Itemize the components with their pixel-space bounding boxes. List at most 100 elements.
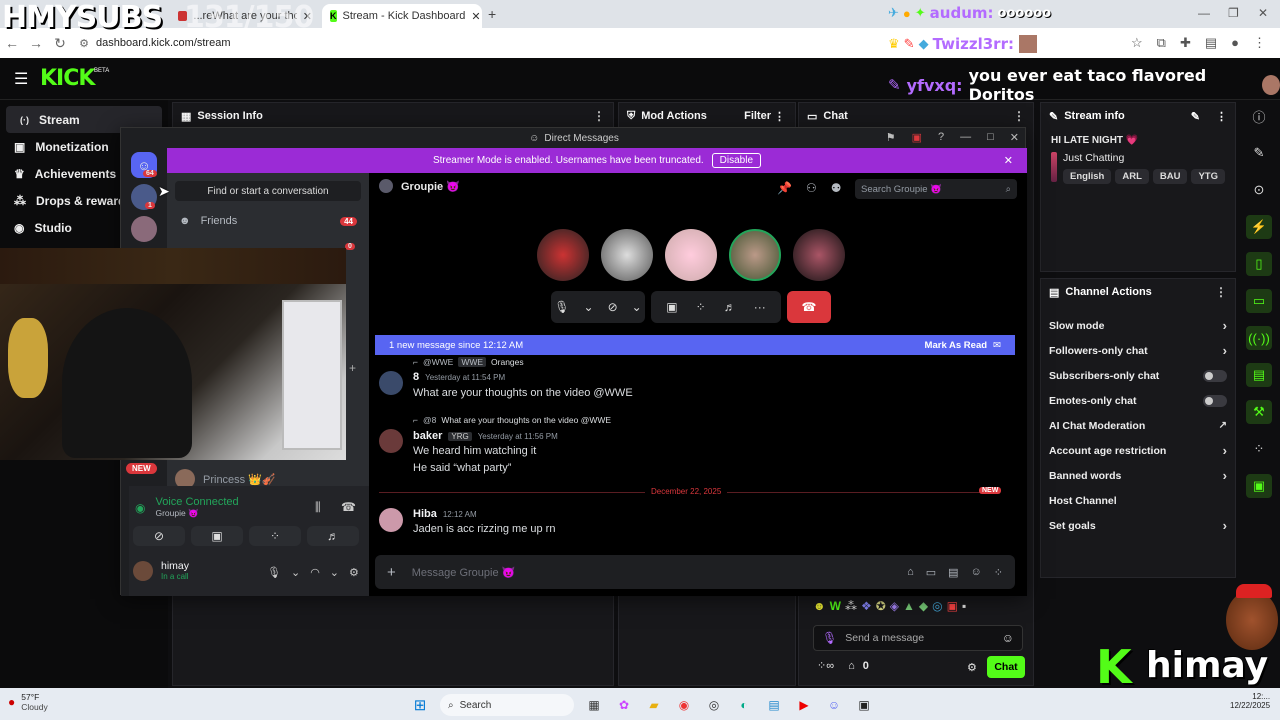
tag-chip[interactable]: ARL	[1115, 169, 1149, 184]
chevron-down-icon[interactable]: ⌄	[291, 566, 300, 579]
layout-icon[interactable]: ▤	[1246, 363, 1272, 387]
chevron-down-icon[interactable]: ⌄	[584, 300, 594, 314]
chevron-down-icon[interactable]: ⌄	[632, 300, 642, 314]
subscribers-only-toggle[interactable]	[1203, 369, 1227, 382]
server-icon[interactable]	[131, 216, 157, 242]
message-avatar[interactable]	[379, 508, 403, 532]
emotes-only-toggle[interactable]	[1203, 394, 1227, 407]
apps-icon[interactable]: ⁘	[994, 566, 1003, 579]
add-friends-icon[interactable]: ⚇	[806, 181, 817, 195]
extensions-puzzle-icon[interactable]: ✚	[1180, 35, 1191, 51]
screen-share-icon[interactable]: ▣	[912, 131, 922, 144]
message-author[interactable]: 8	[413, 371, 419, 383]
more-options-icon[interactable]: ⋮	[774, 110, 785, 123]
more-options-icon[interactable]: ⋮	[593, 109, 605, 123]
avatar-icon[interactable]: ▣	[1246, 474, 1272, 498]
microphone-icon[interactable]: 🎙	[267, 566, 281, 579]
url-field[interactable]: dashboard.kick.com/stream	[96, 37, 231, 49]
browser-tab-active[interactable]: K Stream - Kick Dashboard ✕	[322, 4, 482, 28]
close-banner-icon[interactable]: ✕	[1004, 154, 1013, 167]
chat-input[interactable]: 🎙 Send a message ☺	[813, 625, 1023, 651]
screen-share-button[interactable]: ▣	[191, 526, 243, 546]
participant-avatar[interactable]	[665, 229, 717, 281]
message-icon[interactable]: ▭	[1246, 289, 1272, 313]
emote-icon[interactable]: ⁂	[845, 599, 857, 613]
channel-name[interactable]: Groupie 😈	[401, 180, 460, 193]
task-view-icon[interactable]: ▦	[584, 695, 604, 715]
tag-chip[interactable]: YTG	[1191, 169, 1225, 184]
emote-icon[interactable]: ▪	[962, 599, 966, 613]
emote-icon[interactable]: ✪	[876, 599, 886, 613]
edit-icon[interactable]: ✎	[1191, 110, 1200, 123]
close-icon[interactable]: ✕	[1010, 131, 1019, 144]
hamburger-menu-icon[interactable]: ☰	[14, 69, 28, 89]
members-icon[interactable]: ⚉	[831, 181, 842, 195]
wrench-icon[interactable]: ⚒	[1246, 400, 1272, 424]
obs-icon[interactable]: ◎	[704, 695, 724, 715]
reload-icon[interactable]: ↻	[48, 35, 72, 52]
participant-avatar[interactable]	[601, 229, 653, 281]
new-tab-button[interactable]: +	[488, 6, 496, 22]
document-icon[interactable]: ▯	[1246, 252, 1272, 276]
epic-games-icon[interactable]: ▣	[854, 695, 874, 715]
microphone-icon[interactable]: 🎙	[554, 300, 569, 314]
emote-icon[interactable]: ◆	[919, 599, 928, 613]
lightning-icon[interactable]: ⚡	[1246, 215, 1272, 239]
tab-close-icon[interactable]: ✕	[471, 10, 480, 23]
filter-button[interactable]: Filter	[744, 110, 771, 122]
voice-connected-label[interactable]: Voice Connected	[155, 496, 238, 508]
emote-icon[interactable]: ◈	[890, 599, 899, 613]
chevron-down-icon[interactable]: ⌄	[330, 566, 339, 579]
search-input[interactable]: Search Groupie 😈 ⌕	[855, 179, 1017, 199]
channel-action-host-channel[interactable]: Host Channel	[1041, 488, 1235, 513]
inbox-flag-icon[interactable]: ⚑	[886, 131, 896, 144]
more-options-icon[interactable]: ⋮	[1216, 110, 1227, 123]
store-icon[interactable]: ▤	[764, 695, 784, 715]
add-dm-icon[interactable]: +	[349, 361, 356, 375]
end-call-button[interactable]: ☎	[787, 291, 831, 323]
message-reply-preview[interactable]: ⌐ @8 What are your thoughts on the video …	[413, 415, 611, 425]
maximize-icon[interactable]: ❐	[1228, 6, 1239, 20]
tag-chip[interactable]: BAU	[1152, 169, 1188, 184]
copilot-icon[interactable]: ✿	[614, 695, 634, 715]
broadcast-icon[interactable]: ((·))	[1246, 326, 1272, 350]
emote-icon[interactable]: ▣	[947, 599, 958, 613]
stream-category[interactable]: Just Chatting	[1063, 152, 1225, 164]
disconnect-icon[interactable]: ☎	[341, 500, 356, 514]
screen-share-icon[interactable]: ▣	[666, 300, 677, 314]
minimize-icon[interactable]: —	[1198, 6, 1210, 20]
extension-icon[interactable]: ⧉	[1157, 35, 1166, 51]
headphones-icon[interactable]: ◠	[310, 566, 320, 579]
message-author[interactable]: Hiba	[413, 508, 437, 520]
gif-icon[interactable]: ▭	[926, 566, 936, 579]
message-avatar[interactable]	[379, 429, 403, 453]
channel-action-set-goals[interactable]: Set goals ›	[1041, 513, 1235, 538]
emote-icon[interactable]: W	[830, 599, 841, 613]
nodes-icon[interactable]: ⁘	[1246, 437, 1272, 461]
camera-off-icon[interactable]: ⊘	[608, 300, 618, 314]
mark-as-read-button[interactable]: Mark As Read	[925, 340, 987, 351]
more-options-icon[interactable]: ···	[754, 300, 766, 314]
channel-action-slow-mode[interactable]: Slow mode ›	[1041, 313, 1235, 338]
file-explorer-icon[interactable]: ▰	[644, 695, 664, 715]
new-messages-bar[interactable]: 1 new message since 12:12 AM Mark As Rea…	[375, 335, 1015, 355]
taskbar-search[interactable]: ⌕ Search	[440, 694, 574, 716]
gift-icon[interactable]: ⌂	[907, 566, 914, 579]
message-reply-preview[interactable]: ⌐ @WWE WWE Oranges	[413, 357, 524, 367]
find-conversation-input[interactable]: Find or start a conversation	[175, 181, 361, 201]
minimize-icon[interactable]: —	[960, 131, 971, 144]
sticker-icon[interactable]: ▤	[948, 566, 958, 579]
sidepanel-icon[interactable]: ▤	[1205, 35, 1217, 51]
site-info-icon[interactable]: ⚙	[72, 37, 96, 50]
emoji-icon[interactable]: ☺	[971, 566, 982, 579]
noise-suppression-icon[interactable]: ⫼	[315, 500, 321, 515]
user-settings-icon[interactable]: ⚙	[349, 566, 359, 579]
chat-settings-icon[interactable]: ⚙	[967, 661, 977, 674]
soundboard-icon[interactable]: ♬	[724, 300, 736, 314]
pin-icon[interactable]: 📌	[777, 181, 792, 195]
maximize-icon[interactable]: □	[987, 131, 994, 144]
participant-avatar[interactable]	[793, 229, 845, 281]
weather-widget[interactable]: ● 57°F Cloudy	[8, 692, 48, 712]
channel-action-followers-only[interactable]: Followers-only chat ›	[1041, 338, 1235, 363]
message-composer[interactable]: + Message Groupie 😈 ⌂ ▭ ▤ ☺ ⁘	[375, 555, 1015, 589]
